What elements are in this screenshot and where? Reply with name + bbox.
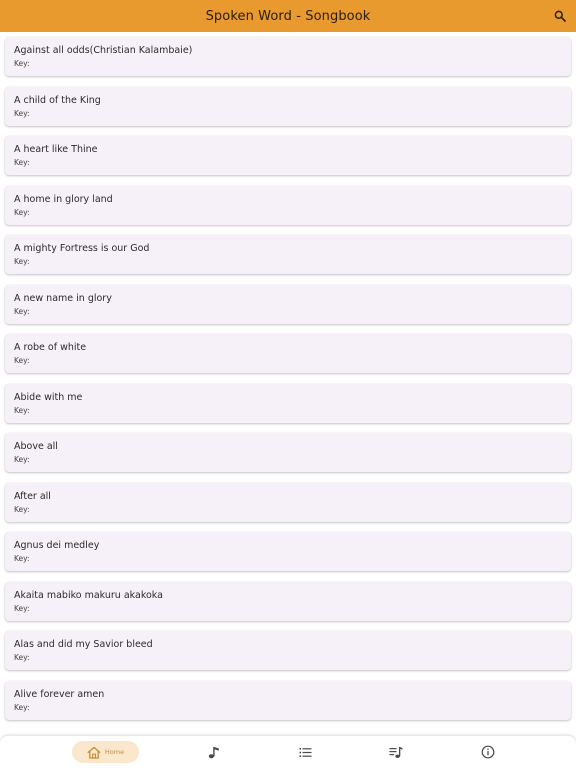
song-title: Against all odds(Christian Kalambaie): [14, 45, 193, 56]
app-bar: Spoken Word - Songbook: [0, 0, 576, 32]
song-key: Key:: [14, 59, 30, 68]
song-key: Key:: [14, 405, 30, 415]
song-title: Alive forever amen: [14, 688, 105, 700]
song-key: Key:: [14, 702, 30, 712]
song-key: Key:: [14, 653, 30, 662]
song-key: Key:: [14, 504, 30, 514]
list-item[interactable]: Akaita mabiko makuru akakoka Key:: [5, 581, 571, 621]
song-title: Above all: [14, 441, 58, 452]
music-note-icon: [208, 746, 219, 758]
song-key: Key:: [14, 306, 30, 316]
list-item[interactable]: Agnus dei medley Key:: [5, 532, 571, 571]
list-item[interactable]: A heart like Thine Key:: [5, 136, 571, 175]
song-key: Key:: [14, 455, 30, 464]
info-icon: [481, 745, 495, 759]
list-item[interactable]: Abide with me Key:: [5, 383, 571, 423]
list-item[interactable]: A home in glory land Key:: [5, 185, 571, 225]
search-icon: [554, 10, 566, 22]
nav-list[interactable]: [294, 741, 316, 763]
song-title: Alas and did my Savior bleed: [14, 639, 153, 650]
nav-home[interactable]: Home: [72, 741, 139, 763]
song-title: Akaita mabiko makuru akakoka: [14, 589, 163, 601]
list-icon: [299, 747, 311, 757]
list-item[interactable]: Alive forever amen Key:: [5, 680, 571, 720]
song-title: A home in glory land: [14, 193, 113, 205]
song-title: After all: [14, 490, 51, 502]
list-item[interactable]: After all Key:: [5, 482, 571, 522]
list-item[interactable]: A child of the King Key:: [5, 86, 571, 126]
page-title: Spoken Word - Songbook: [205, 8, 371, 24]
song-key: Key:: [14, 554, 30, 563]
song-key: Key:: [14, 207, 30, 217]
list-item[interactable]: A new name in glory Key:: [5, 284, 571, 324]
song-title: A mighty Fortress is our God: [14, 243, 150, 254]
search-button[interactable]: [550, 6, 570, 26]
song-key: Key:: [14, 603, 30, 613]
song-key: Key:: [14, 257, 30, 266]
list-item[interactable]: Against all odds(Christian Kalambaie) Ke…: [5, 37, 571, 76]
home-icon: [87, 746, 101, 759]
song-title: A robe of white: [14, 342, 87, 353]
nav-songs[interactable]: [203, 741, 225, 763]
nav-playlists[interactable]: [385, 741, 407, 763]
nav-home-label: Home: [104, 748, 125, 756]
song-title: Agnus dei medley: [14, 540, 100, 551]
playlist-music-icon: [389, 746, 403, 758]
song-title: A child of the King: [14, 94, 101, 106]
song-title: A heart like Thine: [14, 144, 98, 155]
bottom-nav: Home: [0, 736, 576, 768]
list-item[interactable]: A mighty Fortress is our God Key:: [5, 235, 571, 274]
song-title: A new name in glory: [14, 292, 112, 304]
nav-about[interactable]: [477, 741, 499, 763]
song-key: Key:: [14, 356, 30, 365]
song-title: Abide with me: [14, 391, 83, 403]
list-item[interactable]: Above all Key:: [5, 433, 571, 472]
song-list[interactable]: Against all odds(Christian Kalambaie) Ke…: [0, 32, 576, 736]
song-key: Key:: [14, 158, 30, 167]
song-key: Key:: [14, 108, 30, 118]
list-item[interactable]: A robe of white Key:: [5, 334, 571, 373]
list-item[interactable]: Alas and did my Savior bleed Key:: [5, 631, 571, 670]
